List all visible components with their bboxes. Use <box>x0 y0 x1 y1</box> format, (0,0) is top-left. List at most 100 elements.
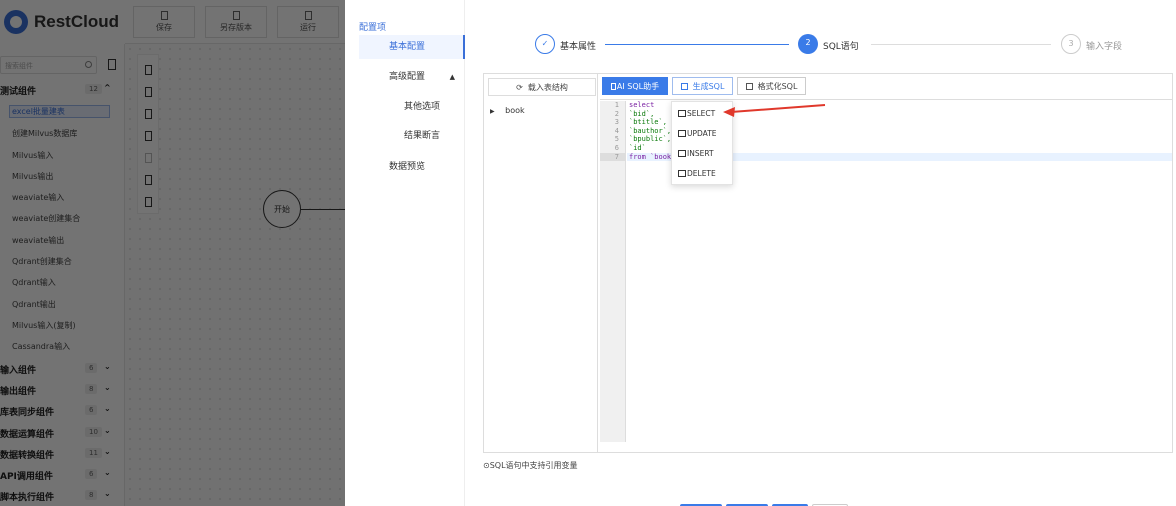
logo: RestCloud <box>0 0 125 44</box>
format-sql-button[interactable]: 格式化SQL <box>737 77 806 95</box>
run-button[interactable]: 运行 <box>277 6 339 38</box>
component-item[interactable]: Qdrant创建集合 <box>12 256 72 267</box>
group-count-badge: 6 <box>85 363 98 373</box>
group-count-badge: 11 <box>85 448 102 458</box>
run-icon <box>304 11 312 20</box>
generate-sql-button[interactable]: 生成SQL <box>672 77 733 95</box>
chevron-down-icon: ⌄ <box>104 447 111 456</box>
top-toolbar: 保存 另存版本 运行 <box>125 0 345 44</box>
annotation-arrow <box>723 104 826 117</box>
nav-item-result-assert[interactable]: 结果断言 <box>359 124 465 148</box>
nav-item-advanced-config[interactable]: 高级配置 ▲ <box>359 65 465 89</box>
sql-variable-hint: ⊙SQL语句中支持引用变量 <box>483 461 578 470</box>
palette-tool-icon[interactable] <box>145 153 152 163</box>
background-app: RestCloud 保存 另存版本 运行 搜索组件 测试组件 12 ^ exce… <box>0 0 345 506</box>
component-item[interactable]: 创建Milvus数据库 <box>12 128 77 139</box>
group-count-badge: 6 <box>85 469 98 479</box>
save-button[interactable]: 保存 <box>133 6 195 38</box>
sql-icon <box>678 170 686 177</box>
ai-icon <box>610 82 616 90</box>
palette-tool-icon[interactable] <box>145 109 152 119</box>
group-count-badge: 12 <box>85 84 102 94</box>
config-drawer: 配置项 基本配置 高级配置 ▲ 其他选项 结果断言 数据预览 ✓ 基本属性 2 S… <box>345 0 1176 506</box>
line-number-gutter: 1 2 3 4 5 6 7 <box>600 101 626 442</box>
format-icon <box>745 82 753 90</box>
flow-canvas[interactable]: 开始 <box>125 44 345 506</box>
nav-item-basic-config[interactable]: 基本配置 <box>359 35 465 59</box>
palette-tool-icon[interactable] <box>145 87 152 97</box>
step-2-label: SQL语句 <box>823 42 859 52</box>
component-item[interactable]: Qdrant输入 <box>12 277 56 288</box>
step-1-check-icon: ✓ <box>535 34 555 54</box>
group-test[interactable]: 测试组件 12 ^ <box>0 83 118 97</box>
group-count-badge: 8 <box>85 490 98 500</box>
config-nav: 配置项 基本配置 高级配置 ▲ 其他选项 结果断言 数据预览 <box>345 0 465 506</box>
sql-icon <box>678 150 686 157</box>
component-item[interactable]: Milvus输入 <box>12 150 53 161</box>
component-item[interactable]: excel批量建表 <box>9 105 110 118</box>
nav-item-other-options[interactable]: 其他选项 <box>359 95 465 119</box>
ai-sql-assistant-button[interactable]: AI SQL助手 <box>602 77 668 95</box>
dropdown-item-delete[interactable]: DELETE <box>678 169 716 178</box>
group-count-badge: 10 <box>85 427 102 437</box>
start-node[interactable]: 开始 <box>263 190 301 228</box>
save-icon <box>160 11 168 20</box>
nav-item-data-preview[interactable]: 数据预览 <box>359 155 465 179</box>
step-connector <box>605 44 789 45</box>
chevron-down-icon: ⌄ <box>104 404 111 413</box>
sql-icon <box>678 110 686 117</box>
config-nav-header: 配置项 <box>359 23 387 33</box>
group-api-call[interactable]: API调用组件 6 ⌄ <box>0 468 118 482</box>
component-sidebar: 搜索组件 测试组件 12 ^ excel批量建表 创建Milvus数据库 Mil… <box>0 44 125 506</box>
group-output[interactable]: 输出组件 8 ⌄ <box>0 383 118 397</box>
version-icon <box>232 11 240 20</box>
caret-right-icon: ▶ <box>490 108 495 115</box>
chevron-down-icon: ⌄ <box>104 383 111 392</box>
table-tree-pane: ⟳ 载入表结构 ▶ book <box>484 74 598 452</box>
step-1-label: 基本属性 <box>560 42 597 52</box>
tree-item-book[interactable]: ▶ book <box>490 106 525 115</box>
component-item[interactable]: Milvus输入(复制) <box>12 320 76 331</box>
dropdown-item-update[interactable]: UPDATE <box>678 129 717 138</box>
group-input[interactable]: 输入组件 6 ⌄ <box>0 362 118 376</box>
group-table-sync[interactable]: 库表同步组件 6 ⌄ <box>0 404 118 418</box>
step-indicator: ✓ 基本属性 2 SQL语句 3 输入字段 <box>535 34 1155 56</box>
brand-name: RestCloud <box>34 12 119 31</box>
generate-icon <box>680 82 688 90</box>
group-data-transform[interactable]: 数据转换组件 11 ⌄ <box>0 447 118 461</box>
chevron-down-icon: ⌄ <box>104 468 111 477</box>
palette-tool-icon[interactable] <box>145 175 152 185</box>
chevron-down-icon: ⌄ <box>104 426 111 435</box>
load-table-structure-button[interactable]: ⟳ 载入表结构 <box>488 78 596 96</box>
brand-logo-icon <box>4 10 28 34</box>
palette-tool-icon[interactable] <box>145 131 152 141</box>
dropdown-item-insert[interactable]: INSERT <box>678 149 714 158</box>
panel-toggle-icon[interactable] <box>108 59 116 70</box>
search-icon <box>85 61 92 68</box>
step-3-label: 输入字段 <box>1086 42 1123 52</box>
group-count-badge: 8 <box>85 384 98 394</box>
caret-up-icon: ▲ <box>449 73 455 81</box>
flow-connector <box>301 209 345 210</box>
component-item[interactable]: Cassandra输入 <box>12 341 70 352</box>
chevron-up-icon: ^ <box>104 83 111 92</box>
chevron-down-icon: ⌄ <box>104 489 111 498</box>
help-circle-icon: ⊙ <box>483 461 490 470</box>
component-item[interactable]: weaviate输出 <box>12 235 64 246</box>
component-item[interactable]: Qdrant输出 <box>12 299 56 310</box>
dropdown-item-select[interactable]: SELECT <box>678 109 715 118</box>
refresh-icon: ⟳ <box>516 82 523 92</box>
sql-editor-panel: ⟳ 载入表结构 ▶ book AI SQL助手 生成SQL 格式化SQL 1 2… <box>483 73 1173 453</box>
palette-tool-icon[interactable] <box>145 197 152 207</box>
group-data-calc[interactable]: 数据运算组件 10 ⌄ <box>0 426 118 440</box>
palette-tool-icon[interactable] <box>145 65 152 75</box>
step-3-number: 3 <box>1061 34 1081 54</box>
chevron-down-icon: ⌄ <box>104 362 111 371</box>
step-connector <box>871 44 1051 45</box>
save-version-button[interactable]: 另存版本 <box>205 6 267 38</box>
component-item[interactable]: weaviate创建集合 <box>12 213 80 224</box>
component-item[interactable]: Milvus输出 <box>12 171 53 182</box>
group-script[interactable]: 脚本执行组件 8 ⌄ <box>0 489 118 503</box>
component-search-input[interactable]: 搜索组件 <box>0 56 97 74</box>
component-item[interactable]: weaviate输入 <box>12 192 64 203</box>
